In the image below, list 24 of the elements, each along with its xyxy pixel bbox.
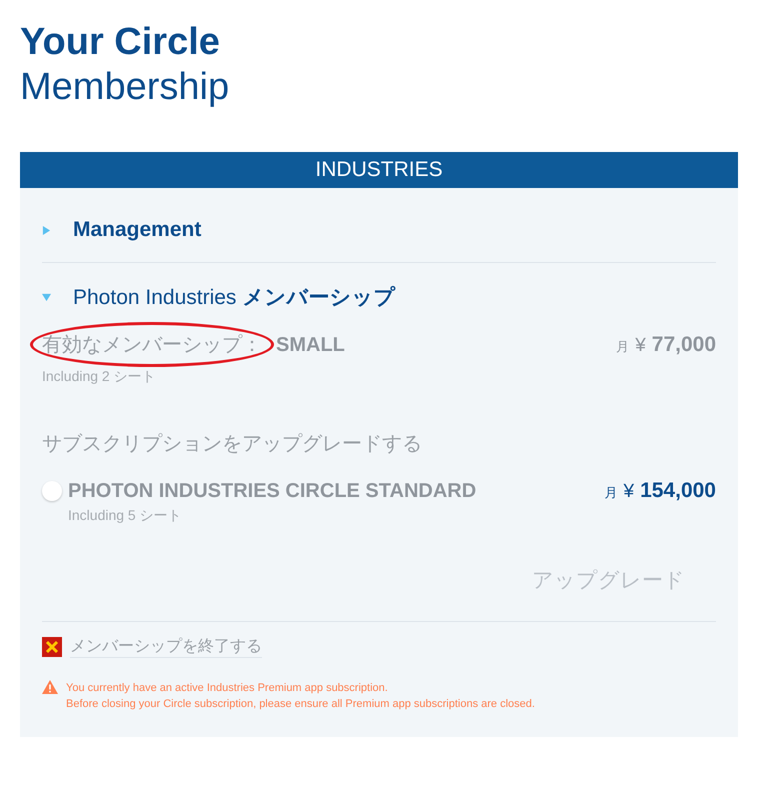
price: 77,000: [652, 333, 716, 356]
period-label: 月: [604, 485, 618, 500]
period-label: 月: [616, 339, 630, 354]
price: 154,000: [640, 479, 716, 502]
currency-symbol: ¥: [635, 335, 646, 356]
plan-name: SMALL: [276, 334, 345, 356]
seats-note: Including 2 シート: [42, 368, 156, 384]
section-title[interactable]: Management: [73, 218, 202, 242]
panel-heading: INDUSTRIES: [20, 152, 738, 188]
page-subtitle: Membership: [20, 65, 230, 110]
caret-right-icon[interactable]: [42, 226, 51, 234]
membership-label: 有効なメンバーシップ：: [42, 334, 262, 356]
warning-text: Before closing your Circle subscription, please ensure all Premium app subscriptions are closed.: [66, 697, 535, 712]
currency-symbol: ¥: [624, 481, 634, 502]
warning-text: You currently have an active Industries Premium app subscription.: [66, 681, 389, 696]
warning-icon: [42, 680, 58, 694]
section-title[interactable]: Photon Industries メンバーシップ: [73, 283, 396, 311]
radio-button[interactable]: [42, 481, 62, 501]
seats-note: Including 5 シート: [68, 507, 182, 523]
upgrade-heading: サブスクリプションをアップグレードする: [42, 432, 423, 457]
plan-name: PHOTON INDUSTRIES CIRCLE STANDARD: [68, 480, 476, 503]
page-title: Your Circle: [20, 20, 220, 64]
caret-down-icon[interactable]: [42, 292, 51, 302]
close-icon[interactable]: [42, 637, 62, 657]
